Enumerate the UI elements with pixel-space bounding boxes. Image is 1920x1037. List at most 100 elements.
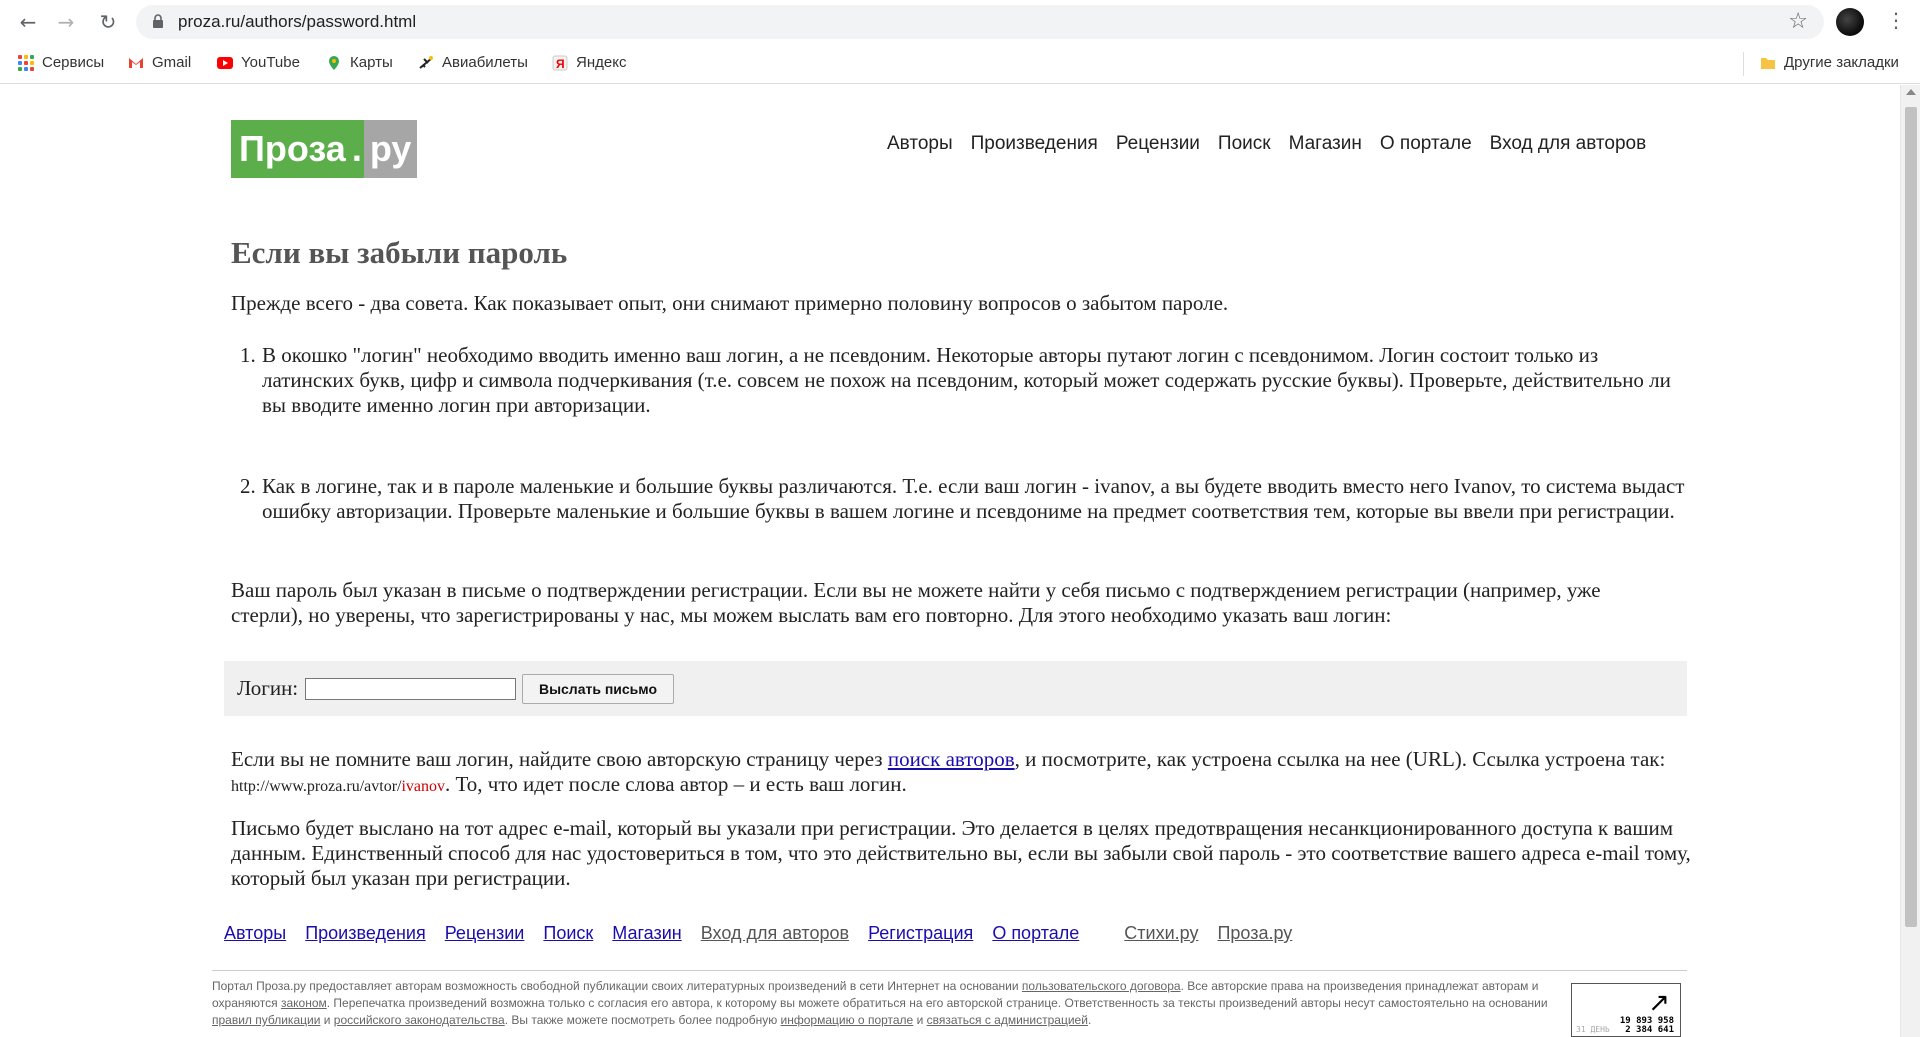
footer-text-part: и bbox=[320, 1013, 334, 1027]
footer-legal-text: Портал Проза.ру предоставляет авторам во… bbox=[212, 978, 1562, 1029]
divider bbox=[1743, 52, 1744, 76]
svg-text:Я: Я bbox=[556, 57, 565, 71]
footer-text-part: Портал Проза.ру предоставляет авторам во… bbox=[212, 979, 1022, 993]
visit-counter[interactable]: ↗ 19 893 958 31 ДЕНЬ 2 384 641 bbox=[1571, 983, 1681, 1037]
bookmark-label: Сервисы bbox=[42, 54, 105, 71]
url-example: http://www.proza.ru/avtor/ bbox=[231, 778, 402, 795]
publication-rules-link[interactable]: правил публикации bbox=[212, 1013, 320, 1027]
counter-day: 31 ДЕНЬ bbox=[1576, 1025, 1610, 1034]
airplane-icon bbox=[419, 55, 433, 69]
apps-icon bbox=[18, 54, 34, 71]
footer-text-part: . Перепечатка произведений возможна толь… bbox=[326, 996, 1548, 1010]
nav-about[interactable]: О портале bbox=[1380, 133, 1472, 155]
contact-admin-link[interactable]: связаться с администрацией bbox=[927, 1013, 1088, 1027]
login-input[interactable] bbox=[305, 678, 516, 700]
password-note: Ваш пароль был указан в письме о подтвер… bbox=[231, 578, 1601, 627]
bookmark-label: Карты bbox=[350, 54, 393, 71]
bookmark-other[interactable]: Другие закладки bbox=[1760, 54, 1899, 71]
bookmark-maps[interactable]: Карты bbox=[326, 54, 393, 71]
footer-link-reviews[interactable]: Рецензии bbox=[445, 923, 525, 943]
hint-text: Если вы не помните ваш логин, найдите св… bbox=[231, 747, 888, 771]
footer-link-works[interactable]: Произведения bbox=[305, 923, 426, 943]
list-item-text: Как в логине, так и в пароле маленькие и… bbox=[262, 474, 1685, 523]
footer-link-proza[interactable]: Проза.ру bbox=[1217, 923, 1292, 943]
youtube-icon bbox=[217, 56, 233, 69]
page-scrollbar[interactable] bbox=[1900, 85, 1920, 1037]
nav-search[interactable]: Поиск bbox=[1218, 133, 1271, 155]
logo-text: Проза bbox=[231, 120, 352, 178]
menu-icon[interactable]: ⋮ bbox=[1886, 8, 1906, 32]
logo-tld: ру bbox=[363, 120, 418, 178]
top-navigation: Авторы Произведения Рецензии Поиск Магаз… bbox=[887, 133, 1664, 155]
russian-law-link[interactable]: российского законодательства bbox=[334, 1013, 505, 1027]
yandex-icon: Я bbox=[552, 55, 568, 71]
list-item-text: В окошко "логин" необходимо вводить имен… bbox=[262, 343, 1671, 417]
footer-navigation: Авторы Произведения Рецензии Поиск Магаз… bbox=[224, 923, 1306, 944]
list-item: 1. В окошко "логин" необходимо вводить и… bbox=[231, 343, 1691, 418]
footer-link-shop[interactable]: Магазин bbox=[612, 923, 681, 943]
bookmark-youtube[interactable]: YouTube bbox=[217, 54, 300, 71]
footer-link-authors[interactable]: Авторы bbox=[224, 923, 286, 943]
nav-authors[interactable]: Авторы bbox=[887, 133, 953, 155]
site-logo[interactable]: Проза. ру bbox=[231, 120, 418, 178]
intro-paragraph: Прежде всего - два совета. Как показывае… bbox=[231, 291, 1229, 315]
profile-avatar[interactable] bbox=[1836, 8, 1864, 36]
login-label: Логин: bbox=[237, 676, 299, 700]
page-title: Если вы забыли пароль bbox=[231, 235, 568, 270]
bookmark-yandex[interactable]: Я Яндекс bbox=[552, 54, 626, 71]
footer-link-search[interactable]: Поиск bbox=[543, 923, 593, 943]
list-item: 2. Как в логине, так и в пароле маленьки… bbox=[231, 474, 1691, 524]
address-bar[interactable]: proza.ru/authors/password.html ☆ bbox=[136, 5, 1824, 39]
portal-info-link[interactable]: информацию о портале bbox=[781, 1013, 914, 1027]
footer-link-stihi[interactable]: Стихи.ру bbox=[1124, 923, 1198, 943]
email-note: Письмо будет выслано на тот адрес e-mail… bbox=[231, 816, 1691, 890]
law-link[interactable]: законом bbox=[281, 996, 327, 1010]
footer-text-part: . Вы также можете посмотреть более подро… bbox=[504, 1013, 781, 1027]
send-letter-button[interactable]: Выслать письмо bbox=[522, 674, 674, 704]
login-hint: Если вы не помните ваш логин, найдите св… bbox=[231, 747, 1691, 799]
bookmark-label: Авиабилеты bbox=[442, 54, 528, 71]
url-example-login: ivanov bbox=[401, 778, 446, 795]
url-text[interactable]: proza.ru/authors/password.html bbox=[178, 12, 416, 32]
nav-reviews[interactable]: Рецензии bbox=[1116, 133, 1200, 155]
bookmark-services[interactable]: Сервисы bbox=[18, 54, 104, 71]
bookmark-label: Другие закладки bbox=[1784, 54, 1899, 71]
folder-icon bbox=[1761, 57, 1775, 69]
author-search-link[interactable]: поиск авторов bbox=[888, 747, 1015, 771]
bookmark-label: Gmail bbox=[152, 54, 192, 71]
hint-text: , и посмотрите, как устроена ссылка на н… bbox=[1014, 747, 1666, 771]
bookmark-avia[interactable]: Авиабилеты bbox=[418, 54, 528, 71]
footer-link-about[interactable]: О портале bbox=[992, 923, 1079, 943]
browser-toolbar: ← → ↻ proza.ru/authors/password.html ☆ ⋮ bbox=[0, 0, 1920, 44]
footer-divider bbox=[212, 970, 1687, 971]
nav-shop[interactable]: Магазин bbox=[1289, 133, 1362, 155]
star-icon[interactable]: ☆ bbox=[1788, 9, 1808, 34]
footer-text-part: и bbox=[913, 1013, 927, 1027]
resend-form: Логин: Выслать письмо bbox=[224, 661, 1687, 716]
tips-list: 1. В окошко "логин" необходимо вводить и… bbox=[231, 343, 1691, 418]
nav-login[interactable]: Вход для авторов bbox=[1490, 133, 1647, 155]
footer-text-part: . bbox=[1087, 1013, 1092, 1027]
lock-icon bbox=[153, 14, 163, 28]
list-item-number: 2. bbox=[240, 474, 256, 498]
forward-icon[interactable]: → bbox=[52, 8, 80, 36]
logo-dot: . bbox=[351, 120, 364, 178]
bookmarks-bar: Сервисы Gmail YouTube Карты Авиабилеты Я… bbox=[0, 44, 1920, 84]
footer-link-register[interactable]: Регистрация bbox=[868, 923, 973, 943]
bookmark-gmail[interactable]: Gmail bbox=[128, 54, 191, 71]
counter-value: 2 384 641 bbox=[1625, 1025, 1674, 1035]
reload-icon[interactable]: ↻ bbox=[94, 8, 122, 36]
footer-link-login[interactable]: Вход для авторов bbox=[701, 923, 849, 943]
bookmark-label: YouTube bbox=[241, 54, 300, 71]
scroll-up-icon[interactable] bbox=[1906, 89, 1916, 95]
back-icon[interactable]: ← bbox=[14, 8, 42, 36]
hint-text: . То, что идет после слова автор – и ест… bbox=[445, 772, 907, 796]
bookmark-label: Яндекс bbox=[576, 54, 627, 71]
web-page bbox=[0, 85, 1900, 1037]
user-agreement-link[interactable]: пользовательского договора bbox=[1022, 979, 1181, 993]
scroll-thumb[interactable] bbox=[1905, 107, 1917, 927]
gmail-icon bbox=[129, 57, 143, 68]
nav-works[interactable]: Произведения bbox=[971, 133, 1098, 155]
arrow-up-right-icon: ↗ bbox=[1648, 988, 1670, 1018]
list-item-number: 1. bbox=[240, 343, 256, 367]
